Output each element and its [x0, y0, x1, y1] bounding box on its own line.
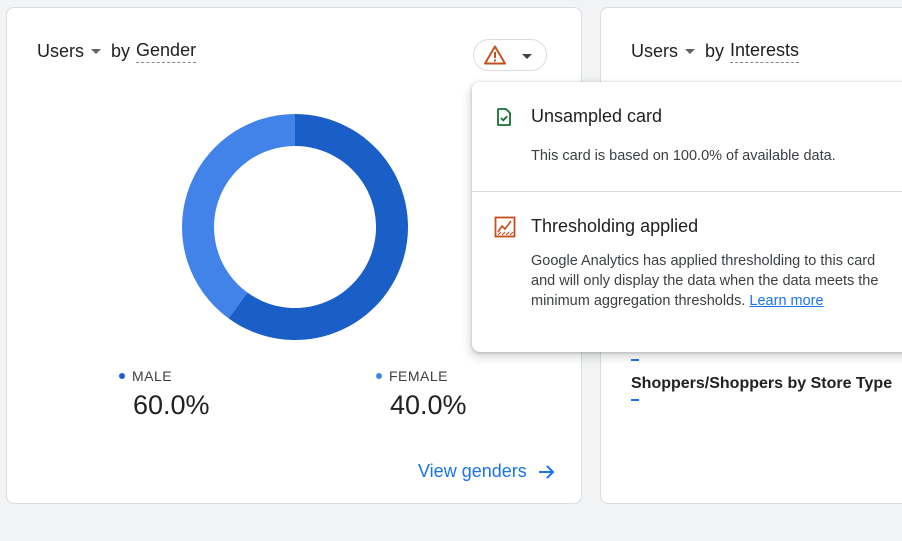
unsampled-text: This card is based on 100.0% of availabl…: [531, 148, 836, 164]
legend-female: FEMALE 40.0%: [376, 368, 467, 421]
by-label: by: [111, 41, 131, 61]
threshold-title: Thresholding applied: [531, 216, 699, 236]
interests-by-label: by: [705, 41, 725, 61]
threshold-text: Google Analytics has applied thresholdin…: [531, 253, 879, 309]
legend-male-label: MALE: [132, 368, 173, 384]
legend-female-label: FEMALE: [389, 368, 449, 384]
interest-row-label: Shoppers/Shoppers by Store Type: [631, 375, 893, 392]
metric-selector[interactable]: Users: [37, 41, 84, 62]
threshold-chart-icon: [494, 216, 516, 238]
female-dot: [376, 373, 382, 379]
legend-male-value: 60.0%: [133, 390, 210, 420]
dimension-link[interactable]: Gender: [136, 40, 197, 63]
row-bar-partial: [631, 359, 639, 361]
interests-metric-dropdown-icon[interactable]: [685, 49, 696, 54]
donut-slice-female[interactable]: [182, 114, 295, 319]
popup-divider: [472, 191, 902, 192]
data-quality-popup: Unsampled card This card is based on 100…: [472, 82, 902, 352]
arrow-right-icon: [538, 464, 555, 479]
metric-dropdown-icon[interactable]: [91, 49, 102, 54]
gender-donut-chart: [182, 114, 408, 340]
interests-metric-selector[interactable]: Users: [631, 41, 678, 62]
view-genders-label: View genders: [418, 461, 527, 481]
learn-more-link[interactable]: Learn more: [749, 293, 823, 309]
interest-row-bar: [631, 399, 639, 401]
interests-dimension-link[interactable]: Interests: [730, 40, 800, 63]
male-dot: [119, 373, 125, 379]
threshold-text-block: Google Analytics has applied thresholdin…: [531, 251, 891, 311]
legend-male: MALE 60.0%: [119, 368, 210, 421]
legend-female-value: 40.0%: [390, 390, 467, 420]
interests-card-title: Users by Interests: [631, 40, 800, 63]
check-document-icon: [497, 108, 511, 126]
data-quality-chip[interactable]: [473, 39, 547, 71]
unsampled-title: Unsampled card: [531, 106, 663, 126]
gender-card-title: Users by Gender: [37, 40, 197, 63]
chip-dropdown-icon: [522, 54, 532, 59]
view-genders-link[interactable]: View genders: [418, 461, 556, 482]
warning-icon: [484, 45, 506, 65]
